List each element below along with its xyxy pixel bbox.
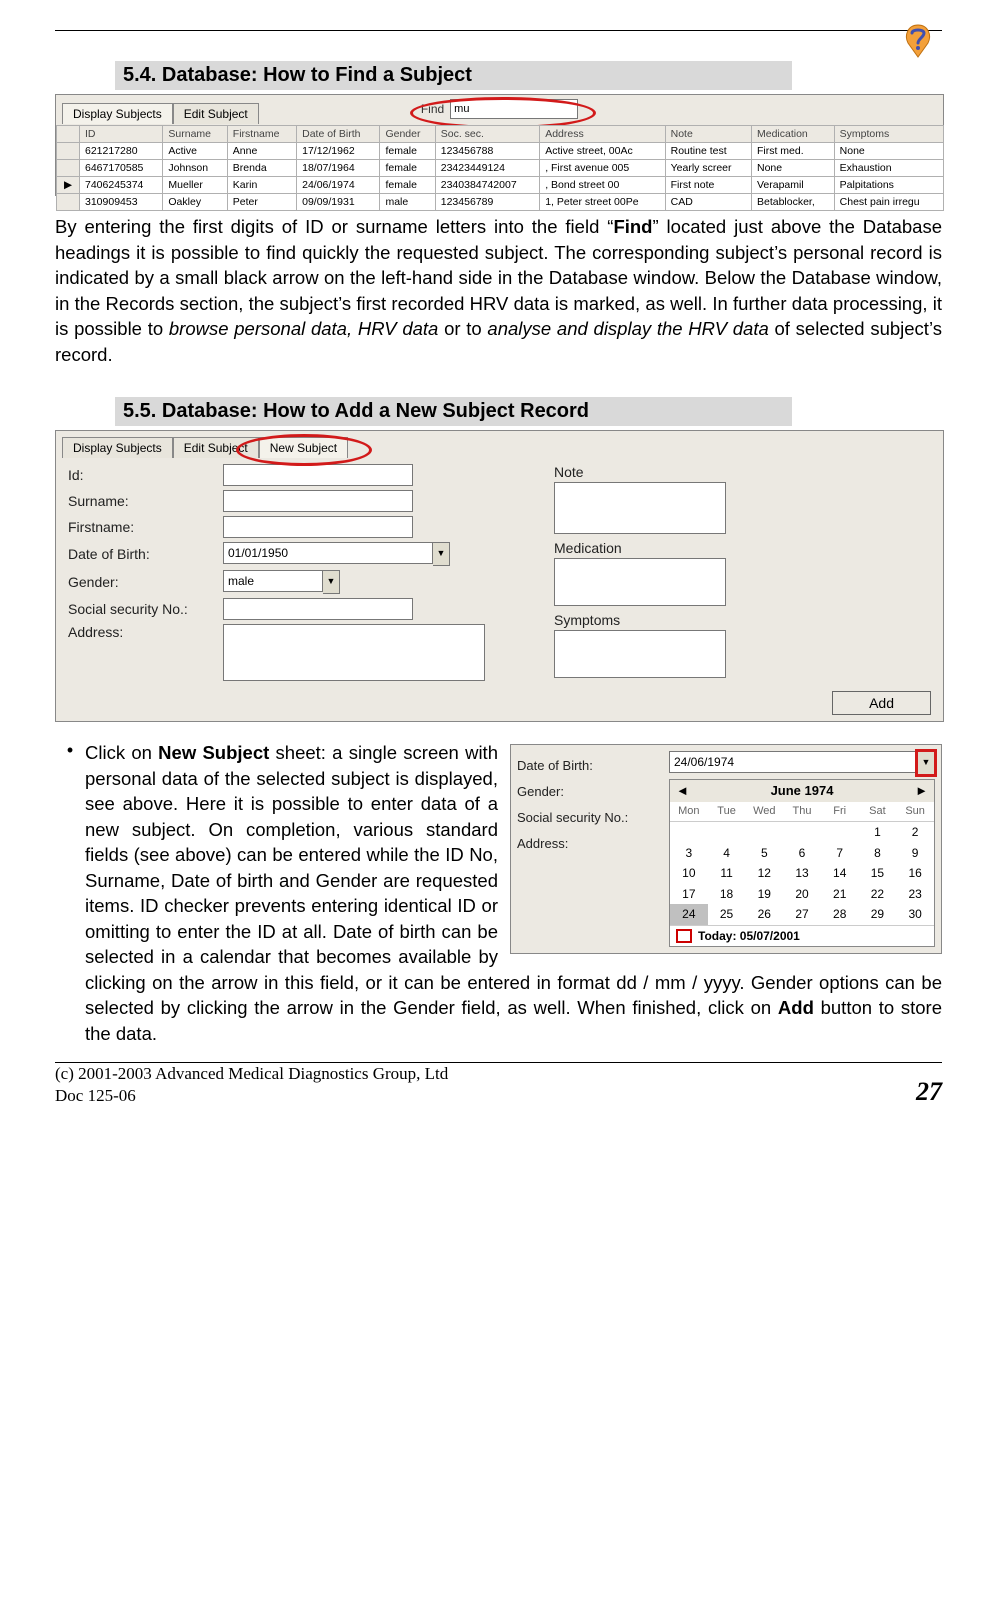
dob-label: Date of Birth: [517,753,628,779]
ssn-label: Social security No.: [68,601,223,617]
medication-field[interactable] [554,558,726,606]
calendar-next-icon[interactable]: ► [915,782,928,800]
table-row: 621217280 Active Anne 17/12/1962 female … [57,143,944,160]
tab-edit-subject[interactable]: Edit Subject [173,103,259,124]
dob-dropdown-icon[interactable]: ▼ [433,542,450,566]
address-label: Address: [517,831,628,857]
database-find-screenshot: Display Subjects Edit Subject Find ID Su… [55,94,944,196]
firstname-label: Firstname: [68,519,223,535]
medication-label: Medication [554,540,931,556]
gender-label: Gender: [517,779,628,805]
tab-new-subject[interactable]: New Subject [259,437,348,458]
gender-field[interactable] [223,570,323,592]
gender-dropdown-icon[interactable]: ▼ [323,570,340,594]
dob-dropdown-button-highlighted[interactable]: ▼ [917,751,935,775]
new-subject-screenshot: Display Subjects Edit Subject New Subjec… [55,430,944,722]
dob-value[interactable]: 24/06/1974 [669,751,917,773]
footer-copyright: (c) 2001-2003 Advanced Medical Diagnosti… [55,1063,448,1085]
find-input[interactable] [450,99,578,119]
calendar-selected-day[interactable]: 24 [670,904,708,925]
dob-label: Date of Birth: [68,546,223,562]
ssn-label: Social security No.: [517,805,628,831]
section-5-5-heading: 5.5. Database: How to Add a New Subject … [115,397,792,426]
tab-display-subjects[interactable]: Display Subjects [62,103,173,124]
ssn-field[interactable] [223,598,413,620]
gender-label: Gender: [68,574,223,590]
paragraph-5-5-bullet: Date of Birth: Gender: Social security N… [85,740,942,1046]
today-marker-icon [676,929,692,943]
symptoms-label: Symptoms [554,612,931,628]
id-field[interactable] [223,464,413,486]
bullet-icon: • [55,740,85,1046]
company-logo-icon [894,15,942,63]
section-5-4-heading: 5.4. Database: How to Find a Subject [115,61,792,90]
note-label: Note [554,464,931,480]
tab-edit-subject[interactable]: Edit Subject [173,437,259,458]
address-field[interactable] [223,624,485,681]
table-row: ▶ 7406245374 Mueller Karin 24/06/1974 fe… [57,177,944,194]
tab-display-subjects[interactable]: Display Subjects [62,437,173,458]
calendar-screenshot: Date of Birth: Gender: Social security N… [510,744,942,954]
surname-field[interactable] [223,490,413,512]
symptoms-field[interactable] [554,630,726,678]
calendar-prev-icon[interactable]: ◄ [676,782,689,800]
note-field[interactable] [554,482,726,534]
page-number: 27 [916,1077,942,1107]
table-row: 6467170585 Johnson Brenda 18/07/1964 fem… [57,160,944,177]
address-label: Address: [68,624,223,640]
find-label: Find [421,102,444,116]
footer-doc-id: Doc 125-06 [55,1085,448,1107]
today-label[interactable]: Today: 05/07/2001 [698,928,800,945]
paragraph-5-4: By entering the first digits of ID or su… [55,214,942,367]
table-row: 310909453 Oakley Peter 09/09/1931 male 1… [57,194,944,211]
surname-label: Surname: [68,493,223,509]
id-label: Id: [68,467,223,483]
firstname-field[interactable] [223,516,413,538]
calendar-month-title: June 1974 [771,782,834,800]
dob-field[interactable] [223,542,433,564]
add-button[interactable]: Add [832,691,931,715]
calendar-popup[interactable]: ◄ June 1974 ► Mon Tue Wed Thu Fri Sat Su… [669,779,935,947]
